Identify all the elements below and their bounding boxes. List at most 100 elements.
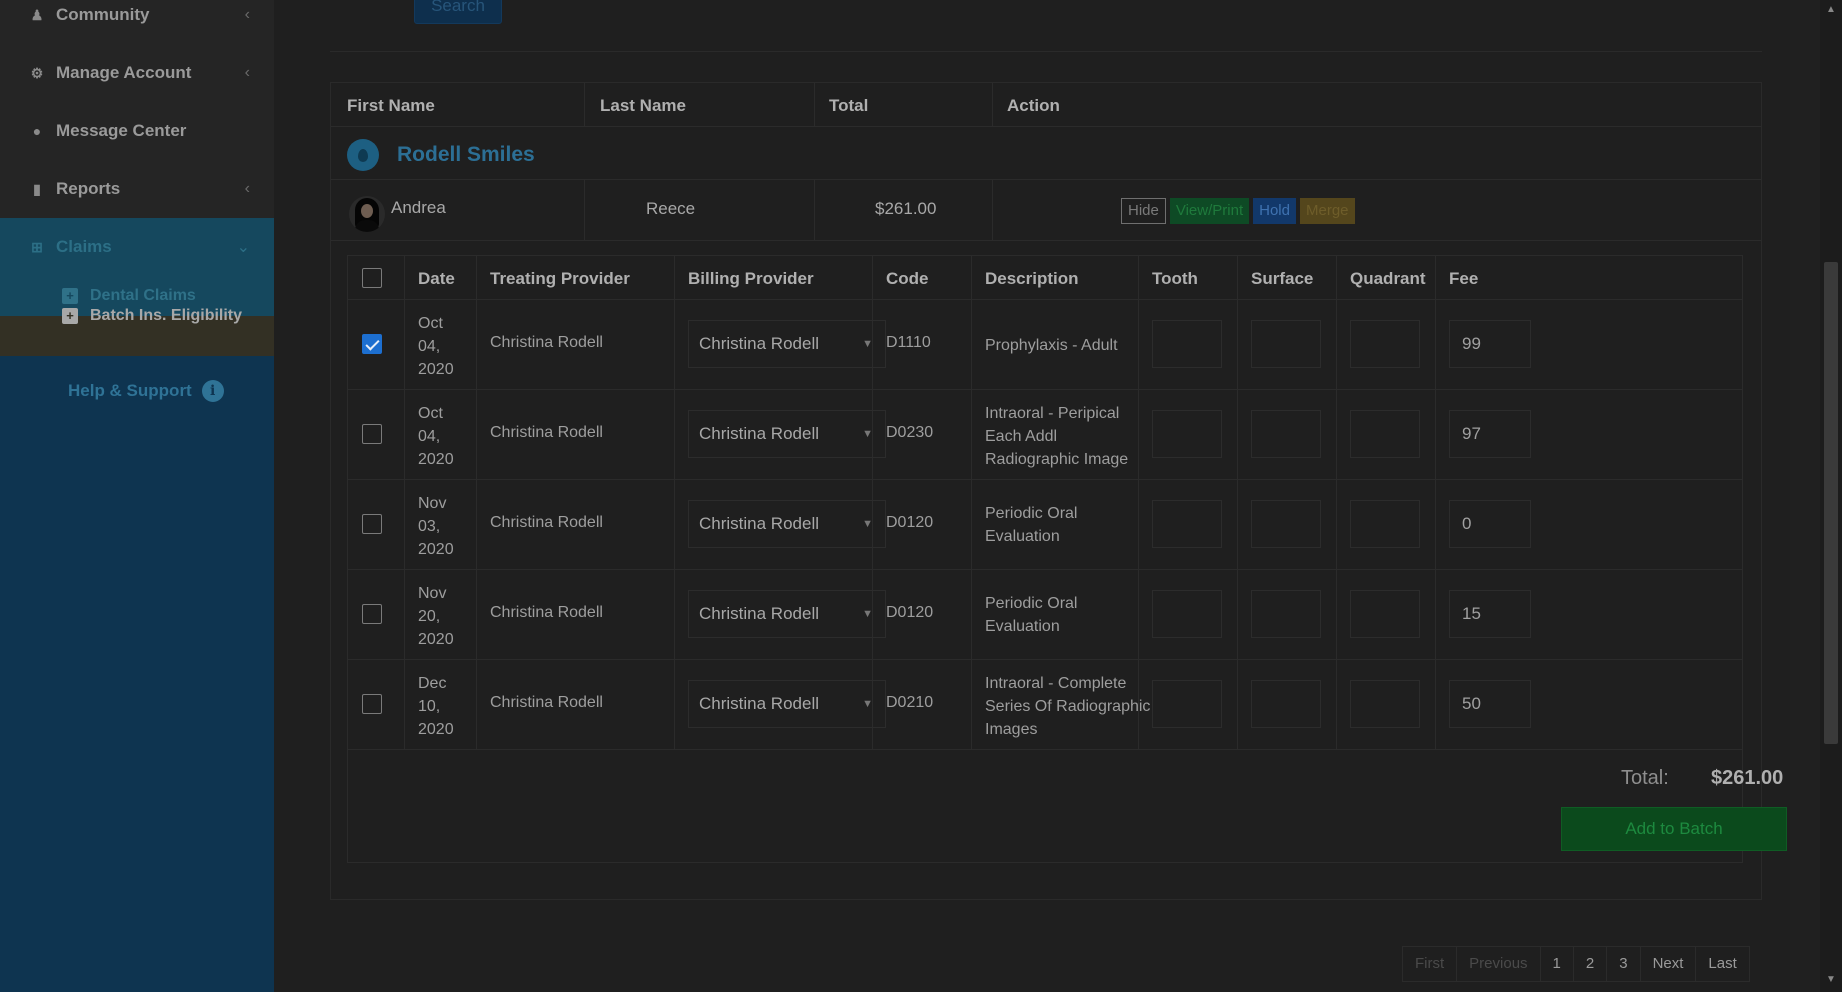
column-header-quadrant: Quadrant: [1350, 269, 1426, 288]
row-checkbox[interactable]: [362, 694, 382, 714]
procedure-date: Oct 04, 2020: [418, 402, 478, 471]
billing-provider-select[interactable]: Christina Rodell ▼: [688, 320, 886, 368]
chat-icon: ●: [32, 123, 42, 139]
page-last[interactable]: Last: [1695, 946, 1750, 982]
column-header-description: Description: [985, 269, 1079, 288]
scroll-up-icon[interactable]: ▲: [1826, 4, 1836, 15]
tooth-input[interactable]: [1152, 590, 1222, 638]
table-row: Nov 03, 2020 Christina Rodell Christina Rode…: [348, 480, 1742, 570]
date-year: 2020: [418, 631, 454, 648]
view-print-button[interactable]: View/Print: [1169, 198, 1250, 224]
divider: [992, 83, 993, 127]
help-support-link[interactable]: Help & Support i: [68, 380, 224, 402]
billing-provider-value: Christina Rodell: [699, 514, 819, 533]
billing-provider-select[interactable]: Christina Rodell ▼: [688, 680, 886, 728]
sidebar-item-label: Claims: [56, 237, 112, 256]
quadrant-input[interactable]: [1350, 680, 1420, 728]
column-header-code: Code: [886, 269, 929, 288]
row-checkbox[interactable]: [362, 514, 382, 534]
claims-table-card: First Name Last Name Total Action Rodell…: [330, 82, 1787, 900]
page-2[interactable]: 2: [1572, 946, 1607, 982]
chevron-left-icon: ‹: [244, 64, 250, 81]
sidebar-item-reports[interactable]: ▮ Reports ‹: [0, 160, 274, 218]
billing-provider-select[interactable]: Christina Rodell ▼: [688, 590, 886, 638]
page-first[interactable]: First: [1402, 946, 1457, 982]
column-header-billing-provider: Billing Provider: [688, 269, 814, 288]
main-content: Search First Name Last Name Total Action…: [274, 0, 1790, 992]
surface-input[interactable]: [1251, 590, 1321, 638]
tooth-input[interactable]: [1152, 320, 1222, 368]
fee-input[interactable]: 50: [1449, 680, 1531, 728]
procedure-description: Prophylaxis - Adult: [985, 337, 1118, 354]
billing-provider-select[interactable]: Christina Rodell ▼: [688, 410, 886, 458]
divider: [584, 83, 585, 127]
row-checkbox[interactable]: [362, 604, 382, 624]
page-3[interactable]: 3: [1606, 946, 1640, 982]
dropdown-arrow-icon: ▼: [862, 518, 873, 530]
surface-input[interactable]: [1251, 410, 1321, 458]
quadrant-input[interactable]: [1350, 410, 1420, 458]
hide-button[interactable]: Hide: [1121, 198, 1166, 224]
dropdown-arrow-icon: ▼: [862, 698, 873, 710]
fee-input[interactable]: 0: [1449, 500, 1531, 548]
procedure-description: Intraoral - Peripical Each Addl Radiogra…: [985, 405, 1129, 468]
treating-provider: Christina Rodell: [490, 514, 603, 531]
date-day: 10,: [418, 698, 441, 715]
sidebar-item-community[interactable]: ♟ Community ‹: [0, 0, 274, 44]
tooth-input[interactable]: [1152, 410, 1222, 458]
treating-provider: Christina Rodell: [490, 694, 603, 711]
patient-first-name: Andrea: [391, 198, 446, 217]
select-all-checkbox[interactable]: [362, 268, 382, 288]
page-previous[interactable]: Previous: [1456, 946, 1540, 982]
tooth-input[interactable]: [1152, 680, 1222, 728]
add-to-batch-button[interactable]: Add to Batch: [1561, 807, 1787, 851]
fee-input[interactable]: 15: [1449, 590, 1531, 638]
table-row: Oct 04, 2020 Christina Rodell Christina Rode…: [348, 300, 1742, 390]
surface-input[interactable]: [1251, 680, 1321, 728]
date-month: Oct: [418, 315, 443, 332]
chevron-left-icon: ‹: [244, 180, 250, 197]
row-checkbox[interactable]: [362, 424, 382, 444]
page-next[interactable]: Next: [1639, 946, 1696, 982]
column-header-date: Date: [418, 269, 455, 288]
treating-provider: Christina Rodell: [490, 604, 603, 621]
search-panel: Search: [330, 0, 1762, 52]
scrollbar[interactable]: ▲ ▼: [1820, 0, 1842, 992]
sidebar-subitem-batch-eligibility[interactable]: + Batch Ins. Eligibility: [0, 307, 274, 356]
surface-input[interactable]: [1251, 320, 1321, 368]
fee-input[interactable]: 99: [1449, 320, 1531, 368]
scroll-thumb[interactable]: [1824, 262, 1838, 744]
surface-input[interactable]: [1251, 500, 1321, 548]
quadrant-input[interactable]: [1350, 320, 1420, 368]
fee-input[interactable]: 97: [1449, 410, 1531, 458]
quadrant-input[interactable]: [1350, 590, 1420, 638]
quadrant-input[interactable]: [1350, 500, 1420, 548]
page-1[interactable]: 1: [1539, 946, 1573, 982]
patient-total: $261.00: [875, 199, 937, 218]
row-checkbox[interactable]: [362, 334, 382, 354]
help-support-label: Help & Support: [68, 381, 192, 400]
tooth-input[interactable]: [1152, 500, 1222, 548]
sidebar-item-claims[interactable]: ⊞ Claims ⌄: [0, 218, 274, 276]
search-button[interactable]: Search: [414, 0, 502, 24]
date-month: Nov: [418, 495, 447, 512]
sidebar-item-manage-account[interactable]: ⚙ Manage Account ‹: [0, 44, 274, 102]
scroll-down-icon[interactable]: ▼: [1826, 974, 1836, 985]
procedure-description: Intraoral - Complete Series Of Radiograp…: [985, 675, 1151, 738]
procedure-date: Dec 10, 2020: [418, 672, 478, 741]
treating-provider: Christina Rodell: [490, 334, 603, 351]
procedures-table: Date Treating Provider Billing Provider …: [347, 255, 1743, 863]
hold-button[interactable]: Hold: [1253, 198, 1296, 224]
billing-provider-value: Christina Rodell: [699, 334, 819, 353]
date-day: 04,: [418, 338, 441, 355]
procedure-date: Oct 04, 2020: [418, 312, 478, 381]
billing-provider-select[interactable]: Christina Rodell ▼: [688, 500, 886, 548]
map-pin-icon: [347, 139, 379, 171]
billing-provider-value: Christina Rodell: [699, 694, 819, 713]
chevron-down-icon: ⌄: [236, 239, 250, 256]
sidebar-item-message-center[interactable]: ● Message Center: [0, 102, 274, 160]
date-day: 20,: [418, 608, 441, 625]
procedure-code: D0120: [886, 514, 934, 531]
merge-button[interactable]: Merge: [1299, 198, 1355, 224]
procedure-code: D0230: [886, 424, 934, 441]
